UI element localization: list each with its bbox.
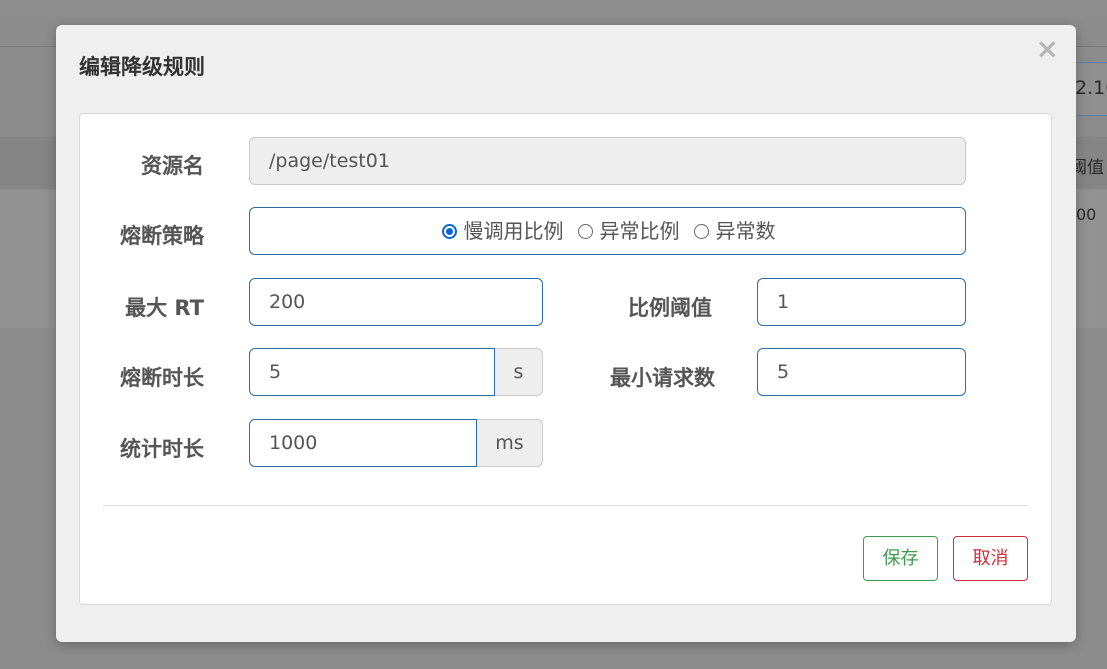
min-requests-input[interactable]: 5: [757, 348, 966, 396]
resource-label: 资源名: [141, 154, 204, 178]
strategy-option-label: 慢调用比例: [463, 219, 564, 243]
radio-unchecked-icon[interactable]: [577, 223, 593, 239]
strategy-radio-box: 慢调用比例 异常比例 异常数: [249, 207, 966, 255]
strategy-label: 熔断策略: [120, 224, 204, 248]
stat-duration-label: 统计时长: [120, 437, 204, 461]
radio-checked-icon[interactable]: [441, 223, 457, 239]
edit-degrade-rule-dialog: 编辑降级规则 × 资源名 /page/test01 熔断策略 慢调用比例 异常比…: [56, 25, 1076, 642]
max-rt-input[interactable]: 200: [249, 278, 543, 326]
stat-duration-unit: ms: [477, 419, 543, 467]
strategy-option-error-count[interactable]: 异常数: [693, 208, 776, 254]
form-divider: [103, 505, 1028, 506]
strategy-option-label: 异常比例: [599, 219, 680, 243]
resource-input[interactable]: /page/test01: [249, 137, 966, 185]
strategy-option-label: 异常数: [715, 219, 776, 243]
dialog-title: 编辑降级规则: [79, 55, 205, 79]
ratio-threshold-input[interactable]: 1: [757, 278, 966, 326]
cancel-button[interactable]: 取消: [953, 536, 1028, 581]
radio-unchecked-icon[interactable]: [693, 223, 709, 239]
background-top-bar: [0, 0, 1107, 16]
rule-form-panel: 资源名 /page/test01 熔断策略 慢调用比例 异常比例 异常数 最大 …: [79, 113, 1052, 605]
max-rt-label: 最大 RT: [125, 296, 204, 320]
break-duration-label: 熔断时长: [120, 366, 204, 390]
strategy-option-error-ratio[interactable]: 异常比例: [577, 208, 680, 254]
stat-duration-input[interactable]: 1000: [249, 419, 477, 467]
break-duration-unit: s: [495, 348, 543, 396]
min-requests-label: 最小请求数: [610, 366, 715, 390]
strategy-option-slow-ratio[interactable]: 慢调用比例: [441, 208, 564, 254]
background-table-cell: 00: [1076, 205, 1097, 224]
close-icon[interactable]: ×: [1036, 35, 1059, 63]
background-ip-text: 2.16: [1075, 77, 1107, 99]
break-duration-input[interactable]: 5: [249, 348, 495, 396]
save-button[interactable]: 保存: [863, 536, 938, 581]
ratio-threshold-label: 比例阈值: [628, 296, 712, 320]
